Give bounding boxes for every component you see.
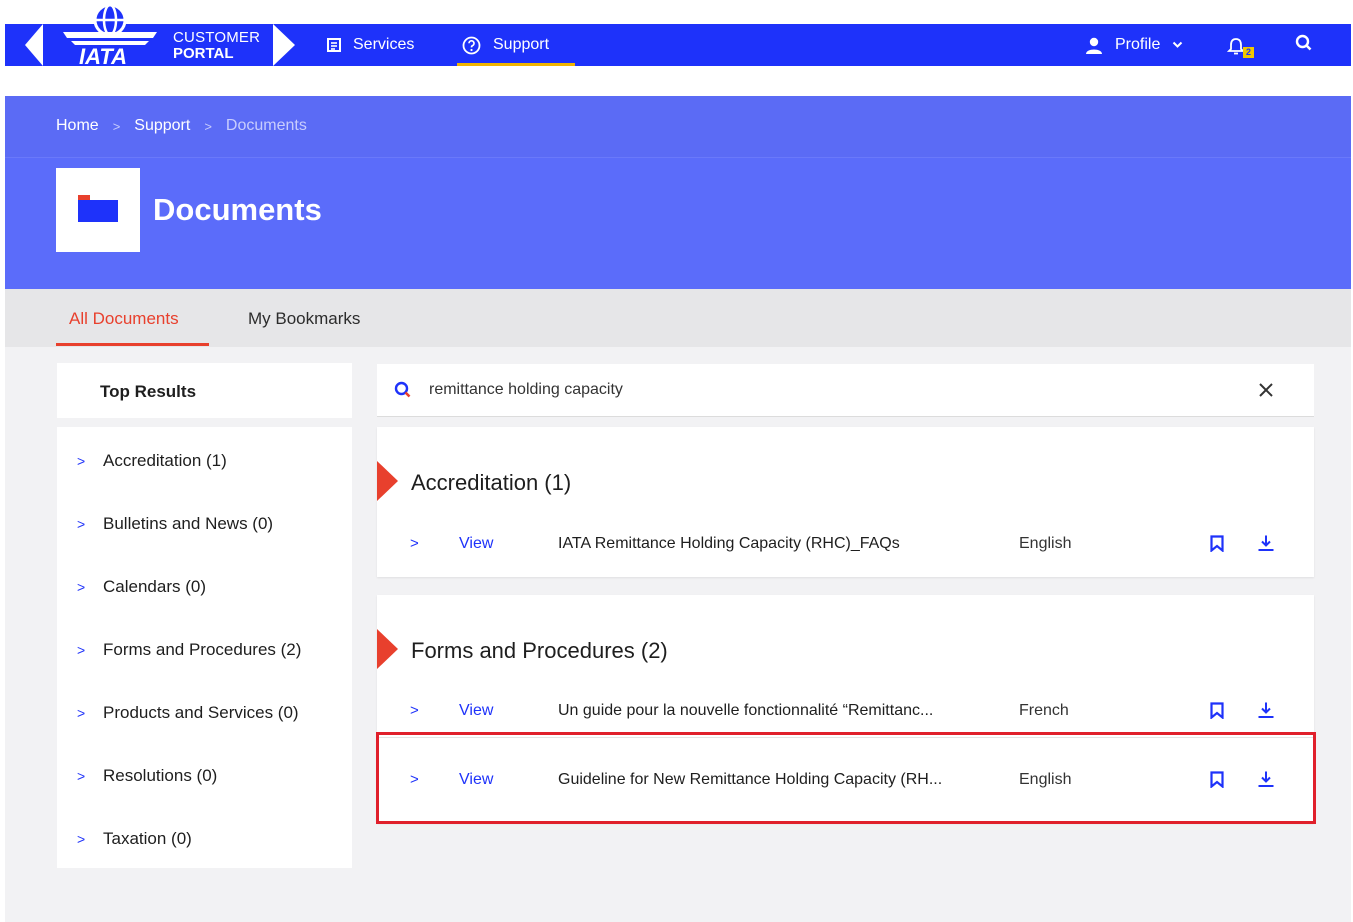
- iata-logo-text: IATA: [79, 44, 127, 69]
- sidebar-item-forms-and-procedures[interactable]: > Forms and Procedures (2): [77, 640, 301, 660]
- search-icon: [1295, 34, 1313, 57]
- breadcrumb: Home > Support > Documents: [56, 117, 307, 135]
- sidebar-item-bulletins-and-news[interactable]: > Bulletins and News (0): [77, 514, 273, 534]
- portal-name-line2: PORTAL: [173, 45, 234, 62]
- profile-label: Profile: [1115, 36, 1161, 53]
- document-row[interactable]: > View IATA Remittance Holding Capacity …: [377, 525, 1314, 565]
- bookmark-icon[interactable]: [1210, 535, 1224, 557]
- tab-my-bookmarks-label: My Bookmarks: [248, 309, 361, 328]
- breadcrumb-current: Documents: [225, 117, 307, 134]
- active-tab-indicator: [56, 343, 209, 346]
- breadcrumb-separator: >: [112, 118, 121, 134]
- profile-menu[interactable]: Profile: [1085, 24, 1183, 66]
- sidebar-item-label: Resolutions (0): [103, 766, 218, 785]
- document-language: French: [1019, 702, 1069, 719]
- chevron-right-icon: >: [77, 642, 86, 658]
- services-icon: [327, 38, 341, 52]
- results-group-title: Accreditation (1): [411, 470, 572, 495]
- tab-all-documents-label: All Documents: [69, 309, 179, 328]
- expand-chevron-icon[interactable]: >: [410, 702, 419, 719]
- nav-support[interactable]: Support: [457, 24, 575, 66]
- view-link[interactable]: View: [459, 771, 493, 789]
- view-link[interactable]: View: [459, 702, 493, 720]
- chevron-right-icon: >: [77, 516, 86, 532]
- breadcrumb-bar: Home > Support > Documents: [5, 96, 1351, 158]
- iata-logo[interactable]: IATA CUSTOMER PORTAL: [5, 3, 305, 69]
- nav-support-label: Support: [493, 36, 550, 53]
- portal-name-line1: CUSTOMER: [173, 29, 261, 46]
- bookmark-icon[interactable]: [1210, 771, 1224, 793]
- sidebar-item-taxation[interactable]: > Taxation (0): [77, 829, 192, 849]
- category-sidebar: > Accreditation (1) > Bulletins and News…: [57, 427, 352, 868]
- sidebar-heading-label: Top Results: [100, 382, 197, 401]
- notifications-button[interactable]: 2: [1227, 24, 1257, 66]
- user-icon: [1085, 37, 1103, 54]
- document-row[interactable]: > View Un guide pour la nouvelle fonctio…: [377, 692, 1314, 732]
- nav-active-indicator: [457, 63, 575, 66]
- tab-my-bookmarks[interactable]: My Bookmarks: [248, 309, 360, 329]
- document-language: English: [1019, 535, 1072, 552]
- chevron-right-icon: >: [77, 705, 86, 721]
- document-tabs: All Documents My Bookmarks: [5, 289, 1351, 347]
- sidebar-item-accreditation[interactable]: > Accreditation (1): [77, 451, 227, 471]
- bookmark-icon[interactable]: [1210, 702, 1224, 724]
- close-icon[interactable]: [1258, 378, 1274, 404]
- page-title: Documents: [153, 192, 322, 227]
- document-search-box[interactable]: remittance holding capacity: [377, 364, 1314, 417]
- header-search-button[interactable]: [1295, 24, 1313, 66]
- documents-folder-icon: [56, 168, 140, 252]
- document-language: English: [1019, 771, 1072, 788]
- sidebar-item-label: Forms and Procedures (2): [103, 640, 302, 659]
- breadcrumb-home[interactable]: Home: [56, 117, 99, 135]
- sidebar-item-products-and-services[interactable]: > Products and Services (0): [77, 703, 299, 723]
- download-icon[interactable]: [1257, 701, 1275, 724]
- chevron-right-icon: >: [77, 831, 86, 847]
- sidebar-item-calendars[interactable]: > Calendars (0): [77, 577, 206, 597]
- main-content: Top Results > Accreditation (1) > Bullet…: [5, 347, 1351, 922]
- row-divider: [377, 737, 1314, 738]
- help-circle-icon: [462, 36, 481, 55]
- results-group-forms-and-procedures: Forms and Procedures (2) > View Un guide…: [377, 595, 1314, 823]
- tab-all-documents[interactable]: All Documents: [56, 309, 209, 346]
- sidebar-item-label: Products and Services (0): [103, 703, 299, 722]
- breadcrumb-support[interactable]: Support: [134, 117, 190, 135]
- download-icon[interactable]: [1257, 534, 1275, 557]
- page-header: Home > Support > Documents Documents: [5, 96, 1351, 289]
- chevron-right-icon: >: [77, 579, 86, 595]
- download-icon[interactable]: [1257, 770, 1275, 793]
- chevron-down-icon: [1172, 38, 1183, 52]
- sidebar-item-resolutions[interactable]: > Resolutions (0): [77, 766, 217, 786]
- search-input[interactable]: remittance holding capacity: [429, 381, 623, 399]
- document-row[interactable]: > View Guideline for New Remittance Hold…: [377, 761, 1314, 801]
- search-icon: [394, 381, 412, 404]
- document-name: Guideline for New Remittance Holding Cap…: [558, 771, 943, 788]
- section-marker-icon: [377, 629, 398, 669]
- results-group-title: Forms and Procedures (2): [411, 638, 668, 663]
- expand-chevron-icon[interactable]: >: [410, 535, 419, 552]
- sidebar-heading: Top Results: [57, 363, 352, 418]
- document-name: IATA Remittance Holding Capacity (RHC)_F…: [558, 535, 900, 552]
- portal-name: CUSTOMER PORTAL: [173, 30, 260, 62]
- top-navigation-bar: IATA CUSTOMER PORTAL Services Support Pr…: [5, 3, 1351, 69]
- bell-icon: 2: [1227, 35, 1257, 58]
- nav-services-label: Services: [353, 36, 415, 53]
- expand-chevron-icon[interactable]: >: [410, 771, 419, 788]
- breadcrumb-separator: >: [204, 118, 212, 134]
- sidebar-item-label: Bulletins and News (0): [103, 514, 274, 533]
- results-group-accreditation: Accreditation (1) > View IATA Remittance…: [377, 427, 1314, 577]
- sidebar-item-label: Taxation (0): [103, 829, 192, 848]
- sidebar-item-label: Calendars (0): [103, 577, 206, 596]
- chevron-right-icon: >: [77, 768, 86, 784]
- nav-services[interactable]: Services: [327, 24, 414, 66]
- sidebar-item-label: Accreditation (1): [103, 451, 227, 470]
- document-name: Un guide pour la nouvelle fonctionnalité…: [558, 702, 934, 719]
- chevron-right-icon: >: [77, 453, 86, 469]
- view-link[interactable]: View: [459, 535, 493, 553]
- notification-count-badge: 2: [1243, 47, 1254, 58]
- section-marker-icon: [377, 461, 398, 501]
